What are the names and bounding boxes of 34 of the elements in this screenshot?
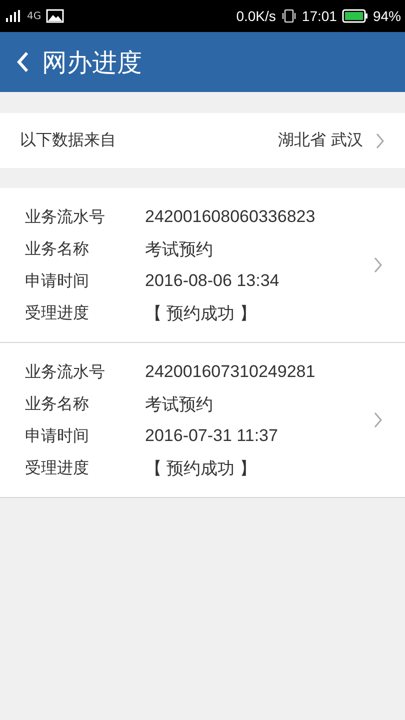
network-type: 4G [27,10,42,22]
chevron-icon [375,132,385,150]
field-value: 【 预约成功 】 [145,458,256,480]
image-icon [46,9,64,23]
page-title: 网办进度 [42,46,142,78]
source-value: 湖北省 武汉 [278,130,363,151]
record-card[interactable]: 业务流水号 242001607310249281 业务名称 考试预约 申请时间 2016-07-31 11:37 受理进度 【 预约成功 】 [0,343,405,498]
chevron-icon [373,256,383,274]
vibrate-icon [280,8,297,24]
field-label: 申请时间 [25,426,90,446]
battery-icon [342,9,368,23]
field-label: 业务名称 [25,394,90,414]
field-label: 受理进度 [25,302,90,324]
field-value: 【 预约成功 】 [145,302,256,324]
source-label: 以下数据来自 [20,130,116,151]
signal-icon [6,10,22,22]
field-value: 2016-08-06 13:34 [145,271,280,291]
network-speed: 0.0K/s [236,8,276,24]
field-value: 242001608060336823 [145,207,316,227]
field-value: 2016-07-31 11:37 [145,426,278,446]
field-label: 业务流水号 [25,206,106,228]
field-value: 考试预约 [145,238,213,260]
chevron-icon [373,411,383,429]
source-row[interactable]: 以下数据来自 湖北省 武汉 [0,113,405,168]
battery-level: 94% [372,8,401,24]
field-label: 业务名称 [25,238,90,260]
clock: 17:01 [302,8,337,24]
back-button[interactable] [16,51,30,73]
field-label: 申请时间 [25,270,90,292]
field-label: 受理进度 [25,458,90,478]
record-card[interactable]: 业务流水号 242001608060336823 业务名称 考试预约 申请时间 2016-08-06 13:34 受理进度 【 预约成功 】 [0,188,405,343]
field-label: 业务流水号 [25,362,106,382]
field-value: 考试预约 [145,394,213,416]
field-value: 242001607310249281 [145,362,316,382]
